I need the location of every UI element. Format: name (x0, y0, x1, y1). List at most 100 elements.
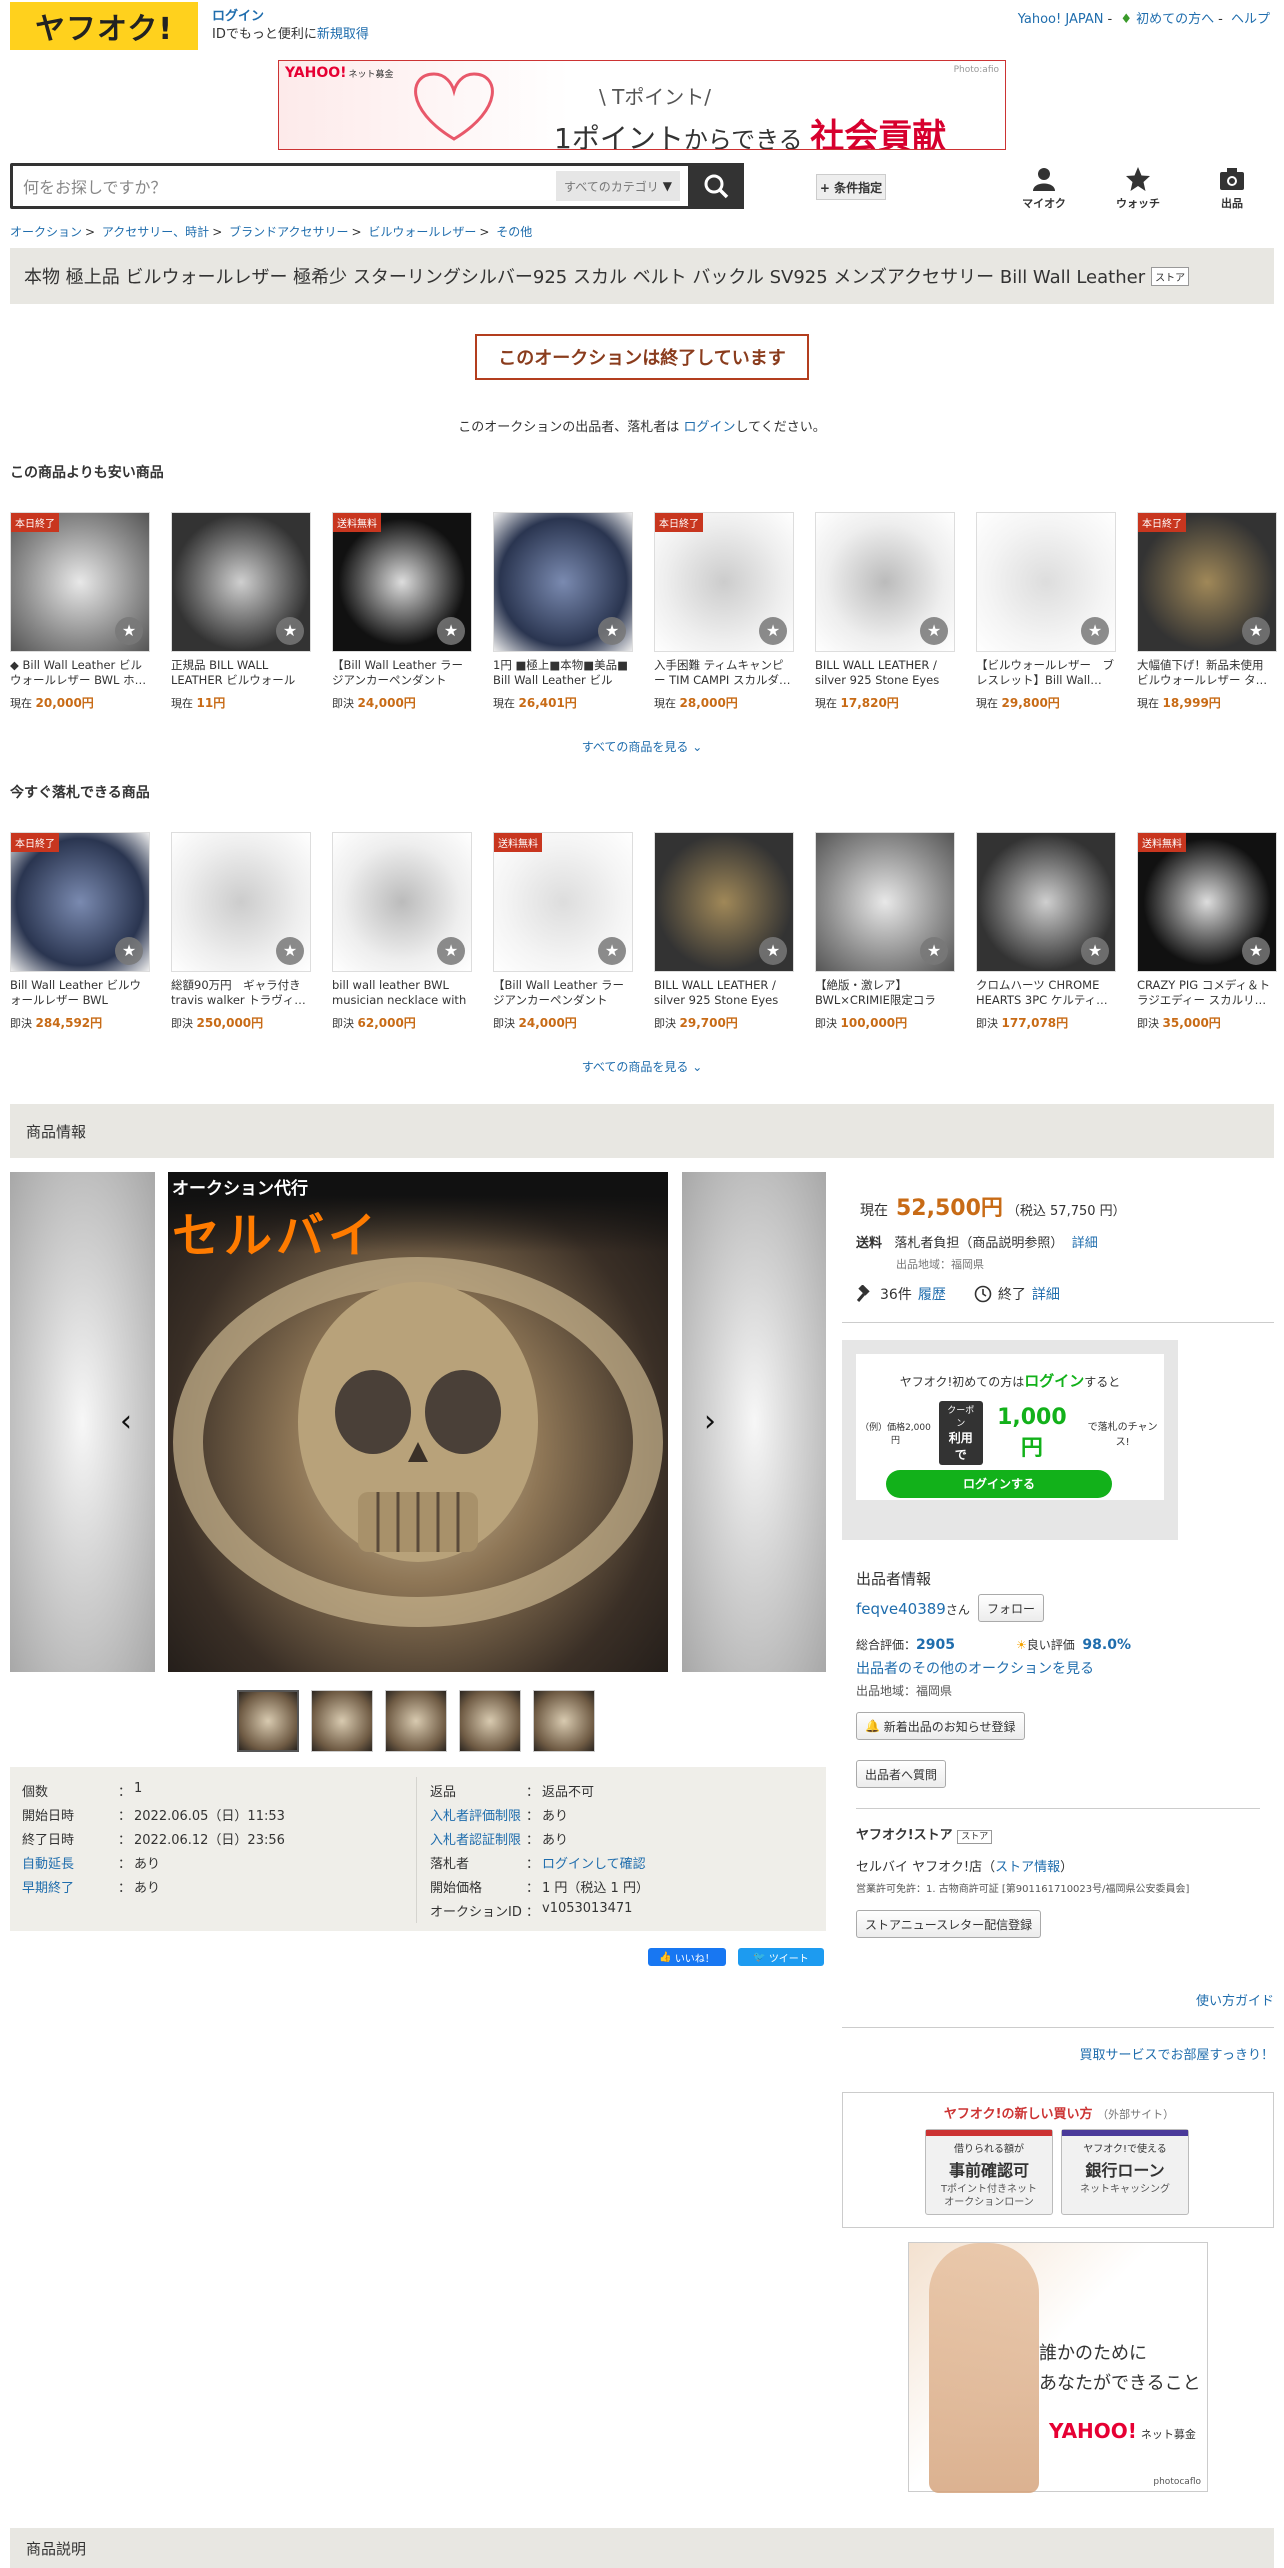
product-name[interactable]: bill wall leather BWL musician necklace … (332, 978, 472, 1008)
product-image[interactable]: 送料無料 ★ (1137, 832, 1277, 972)
thumbnail[interactable] (459, 1690, 521, 1752)
store-info-link[interactable]: ストア情報 (995, 1860, 1060, 1875)
product-card[interactable]: ★ BILL WALL LEATHER / silver 925 Stone Ey… (654, 832, 794, 1031)
tweet-button[interactable]: 🐦 ツイート (738, 1948, 824, 1966)
sell-link[interactable]: 出品 (1202, 166, 1262, 211)
condition-button[interactable]: + 条件指定 (816, 174, 886, 200)
breadcrumb-item[interactable]: その他 (496, 225, 532, 239)
watch-star-icon[interactable]: ★ (1242, 937, 1270, 965)
rating-link[interactable]: 2905 (916, 1637, 955, 1653)
shipping-detail-link[interactable]: 詳細 (1072, 1236, 1098, 1251)
watch-link[interactable]: ウォッチ (1108, 166, 1168, 211)
watch-star-icon[interactable]: ★ (598, 937, 626, 965)
product-card[interactable]: ★ BILL WALL LEATHER / silver 925 Stone Ey… (815, 512, 955, 711)
promo-login-button[interactable]: ログインする (886, 1470, 1112, 1498)
newsletter-button[interactable]: ストアニュースレター配信登録 (856, 1910, 1042, 1938)
prev-arrow-icon[interactable]: ‹ (108, 1404, 144, 1440)
product-image[interactable]: 本日終了 ★ (10, 512, 150, 652)
spec-value[interactable]: ログインして確認 (542, 1853, 646, 1877)
top-banner-ad[interactable]: YAHOO! ネット募金 \ Tポイント/ 1ポイントからできる 社会貢献 Pho… (278, 60, 1006, 150)
product-name[interactable]: Bill Wall Leather ビルウォールレザー BWL CHER… (10, 978, 150, 1008)
product-image[interactable]: ★ (171, 512, 311, 652)
spec-key[interactable]: 入札者評価制限 (430, 1805, 526, 1829)
spec-key[interactable]: 自動延長 (22, 1853, 118, 1877)
product-name[interactable]: 総額90万円 ギャラ付き travis walker トラヴィ… (171, 978, 311, 1008)
watch-star-icon[interactable]: ★ (1081, 937, 1109, 965)
main-product-image[interactable]: オークション代行 セルバイ (168, 1172, 668, 1672)
donation-ad[interactable]: 誰かのために あなたができること YAHOO! ネット募金 photocaflo (908, 2242, 1208, 2493)
watch-star-icon[interactable]: ★ (1242, 617, 1270, 645)
watch-star-icon[interactable]: ★ (1081, 617, 1109, 645)
logo[interactable]: ヤフオク! (10, 2, 198, 50)
buynow-see-all-link[interactable]: すべての商品を見る ⌄ (0, 1058, 1284, 1075)
product-name[interactable]: 【Bill Wall Leather ラージアンカーペンダント ク… (493, 978, 633, 1008)
breadcrumb-item[interactable]: オークション (10, 225, 82, 239)
register-link[interactable]: 新規取得 (317, 27, 369, 42)
product-card[interactable]: ★ 総額90万円 ギャラ付き travis walker トラヴィ… 即決 250,… (171, 832, 311, 1031)
category-select[interactable]: すべてのカテゴリ ▼ (556, 171, 680, 201)
login-link-inline[interactable]: ログイン (683, 420, 735, 435)
product-name[interactable]: 大幅値下げ！新品未使用 ビルウォールレザー タ… (1137, 658, 1277, 688)
like-button[interactable]: 👍 いいね！ (648, 1948, 726, 1966)
product-name[interactable]: ◆ Bill Wall Leather ビルウォールレザー BWL ホ… (10, 658, 150, 688)
product-card[interactable]: 本日終了 ★ Bill Wall Leather ビルウォールレザー BWL CHE… (10, 832, 150, 1031)
product-card[interactable]: 送料無料 ★ CRAZY PIG コメディ＆トラジエディー スカルリ… 即決 35,0… (1137, 832, 1277, 1031)
watch-star-icon[interactable]: ★ (437, 937, 465, 965)
bank-loan-card[interactable]: ヤフオク!で使える 銀行ローン ネットキャッシング (1061, 2129, 1189, 2215)
product-card[interactable]: ★ 1円 ■極上■本物■美品■ Bill Wall Leather ビルウ… 現在 … (493, 512, 633, 711)
product-name[interactable]: 1円 ■極上■本物■美品■ Bill Wall Leather ビルウ… (493, 658, 633, 688)
product-image[interactable]: ★ (332, 832, 472, 972)
product-name[interactable]: 入手困難 ティムキャンピー TIM CAMPI スカルダ… (654, 658, 794, 688)
watch-star-icon[interactable]: ★ (920, 937, 948, 965)
product-card[interactable]: ★ 【ビルウォールレザー ブレスレット】Bill Wall… 現在 29,800円 (976, 512, 1116, 711)
product-image[interactable]: 本日終了 ★ (654, 512, 794, 652)
breadcrumb-item[interactable]: ビルウォールレザー (368, 225, 476, 239)
watch-star-icon[interactable]: ★ (759, 937, 787, 965)
watch-star-icon[interactable]: ★ (920, 617, 948, 645)
watch-star-icon[interactable]: ★ (115, 937, 143, 965)
help-link[interactable]: ヘルプ (1231, 12, 1270, 27)
guide-link[interactable]: 使い方ガイド (1196, 1994, 1274, 2009)
product-card[interactable]: 送料無料 ★ 【Bill Wall Leather ラージアンカーペンダント ク… 即… (493, 832, 633, 1031)
product-image[interactable]: ★ (815, 512, 955, 652)
breadcrumb-item[interactable]: ブランドアクセサリー (229, 225, 348, 239)
product-image[interactable]: ★ (493, 512, 633, 652)
end-detail-link[interactable]: 詳細 (1032, 1284, 1060, 1304)
product-card[interactable]: 本日終了 ★ 大幅値下げ！新品未使用 ビルウォールレザー タ… 現在 18,999円 (1137, 512, 1277, 711)
product-name[interactable]: 【ビルウォールレザー ブレスレット】Bill Wall… (976, 658, 1116, 688)
product-image[interactable]: 本日終了 ★ (10, 832, 150, 972)
product-image[interactable]: ★ (815, 832, 955, 972)
product-image[interactable]: ★ (976, 832, 1116, 972)
seller-other-auctions-link[interactable]: 出品者のその他のオークションを見る (856, 1658, 1094, 1678)
watch-star-icon[interactable]: ★ (598, 617, 626, 645)
buyback-link[interactable]: 買取サービスでお部屋すっきり！ (1080, 2048, 1274, 2063)
product-name[interactable]: BILL WALL LEATHER / silver 925 Stone Eye… (654, 978, 794, 1008)
product-name[interactable]: クロムハーツ CHROME HEARTS 3PC ケルティ… (976, 978, 1116, 1008)
product-image[interactable]: 送料無料 ★ (493, 832, 633, 972)
search-input[interactable]: 何をお探しですか？ (13, 174, 556, 198)
thumbnail[interactable] (311, 1690, 373, 1752)
product-card[interactable]: 本日終了 ★ ◆ Bill Wall Leather ビルウォールレザー BWL ホ… (10, 512, 150, 711)
product-card[interactable]: ★ 【絶版・激レア】BWL×CRIMIE限定コラボ・ウ… 即決 100,000円 (815, 832, 955, 1031)
product-card[interactable]: ★ 正規品 BILL WALL LEATHER ビルウォール B… 現在 11円 (171, 512, 311, 711)
watch-star-icon[interactable]: ★ (115, 617, 143, 645)
product-image[interactable]: 送料無料 ★ (332, 512, 472, 652)
watch-star-icon[interactable]: ★ (759, 617, 787, 645)
product-image[interactable]: 本日終了 ★ (1137, 512, 1277, 652)
product-card[interactable]: ★ クロムハーツ CHROME HEARTS 3PC ケルティ… 即決 177,07… (976, 832, 1116, 1031)
product-card[interactable]: 本日終了 ★ 入手困難 ティムキャンピー TIM CAMPI スカルダ… 現在 28,… (654, 512, 794, 711)
login-link[interactable]: ログイン (212, 9, 264, 24)
beginner-link[interactable]: 初めての方へ (1136, 12, 1214, 27)
yahoo-japan-link[interactable]: Yahoo! JAPAN (1018, 12, 1104, 27)
product-image[interactable]: ★ (654, 832, 794, 972)
product-name[interactable]: BILL WALL LEATHER / silver 925 Stone Eye… (815, 658, 955, 688)
ask-seller-button[interactable]: 出品者へ質問 (856, 1760, 947, 1788)
product-image[interactable]: ★ (976, 512, 1116, 652)
follow-button[interactable]: フォロー (978, 1594, 1045, 1622)
watch-star-icon[interactable]: ★ (276, 937, 304, 965)
watch-star-icon[interactable]: ★ (437, 617, 465, 645)
login-promo-ad[interactable]: ヤフオク!初めての方はログインすると （例）価格2,000円 クーポン 利用で 1… (842, 1340, 1178, 1540)
spec-key[interactable]: 入札者認証制限 (430, 1829, 526, 1853)
product-name[interactable]: CRAZY PIG コメディ＆トラジエディー スカルリ… (1137, 978, 1277, 1008)
product-name[interactable]: 正規品 BILL WALL LEATHER ビルウォール B… (171, 658, 311, 688)
